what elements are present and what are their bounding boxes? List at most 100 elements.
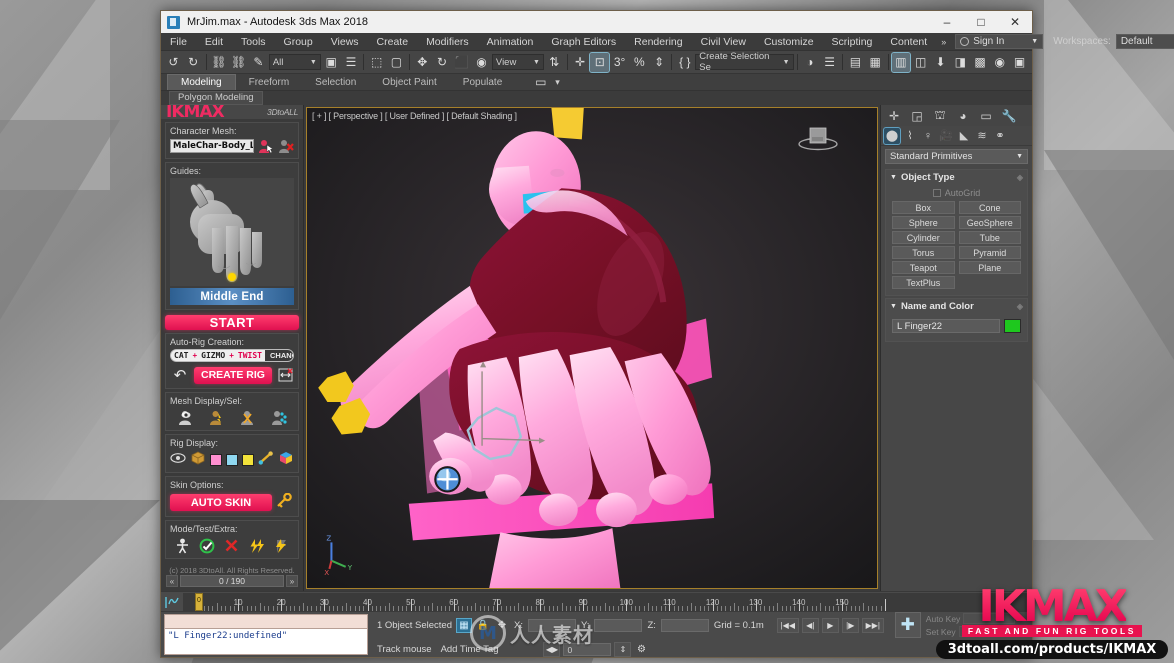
primitive-button-plane[interactable]: Plane xyxy=(958,261,1021,274)
schematic-view-icon[interactable]: ▥ xyxy=(890,51,912,73)
scene-explorer-icon[interactable]: ▦ xyxy=(866,53,885,72)
primitive-button-textplus[interactable]: TextPlus xyxy=(892,276,955,289)
key-mode-toggle-button[interactable]: ◀▶ xyxy=(543,642,561,657)
ribbon-tab-modeling[interactable]: Modeling xyxy=(167,74,236,90)
start-button[interactable]: START xyxy=(165,315,299,330)
key-filters-icon[interactable]: ⚙ xyxy=(634,643,648,656)
menu-item-tools[interactable]: Tools xyxy=(232,33,275,51)
select-by-name-icon[interactable]: ☰ xyxy=(342,53,361,72)
viewcube-icon[interactable] xyxy=(795,120,841,160)
y-coordinate-field[interactable] xyxy=(594,618,643,632)
x-icon[interactable] xyxy=(223,537,241,554)
key-filters-field[interactable] xyxy=(958,626,1011,637)
rig-clear-icon[interactable] xyxy=(276,367,294,383)
ribbon-tab-selection[interactable]: Selection xyxy=(302,75,369,90)
use-center-icon[interactable]: ⇅ xyxy=(545,53,564,72)
primitive-category-dropdown[interactable]: Standard Primitives ▼ xyxy=(885,149,1028,164)
menu-item-content[interactable]: Content xyxy=(881,33,936,51)
spinner-snap-icon[interactable]: ⇕ xyxy=(650,53,669,72)
create-selection-set-dropdown[interactable]: Create Selection Se ▼ xyxy=(695,51,794,73)
menu-item-views[interactable]: Views xyxy=(322,33,368,51)
select-and-scale-icon[interactable]: ⬛ xyxy=(452,53,471,72)
primitive-button-pyramid[interactable]: Pyramid xyxy=(958,246,1021,259)
key-filter-icon[interactable] xyxy=(161,593,183,611)
close-button[interactable]: ✕ xyxy=(998,11,1032,33)
window-crossing-icon[interactable]: ▢ xyxy=(387,53,406,72)
minimize-button[interactable]: – xyxy=(930,11,964,33)
primitive-button-tube[interactable]: Tube xyxy=(958,231,1021,244)
ribbon-chevron-icon[interactable]: ▾ xyxy=(550,77,565,88)
wrench-icon[interactable] xyxy=(276,492,294,512)
mirror-icon[interactable]: ◑ xyxy=(801,53,820,72)
select-and-rotate-icon[interactable]: ↻ xyxy=(433,53,452,72)
menu-item-file[interactable]: File xyxy=(161,33,196,51)
create-rig-button[interactable]: CREATE RIG xyxy=(194,366,272,384)
pin-icon[interactable]: ◈ xyxy=(1017,173,1023,182)
ribbon-tab-freeform[interactable]: Freeform xyxy=(236,75,303,90)
create-tab[interactable]: ✛ xyxy=(883,107,905,125)
object-type-header[interactable]: ▼ Object Type ◈ xyxy=(886,170,1027,185)
viewport-label[interactable]: [ + ] [ Perspective ] [ User Defined ] [… xyxy=(312,111,517,121)
menu-item-rendering[interactable]: Rendering xyxy=(625,33,691,51)
angle-snap-icon[interactable]: 3° xyxy=(610,53,629,72)
transform-type-in-icon[interactable]: ✥ xyxy=(495,619,509,632)
align-icon[interactable]: ☰ xyxy=(820,53,839,72)
frame-prev-button[interactable]: « xyxy=(166,575,178,587)
hierarchy-tab[interactable]: ⛫ xyxy=(929,107,951,125)
primitive-button-cone[interactable]: Cone xyxy=(958,201,1021,214)
auto-key-field[interactable] xyxy=(963,613,1016,624)
timeline-ruler[interactable]: 10 20 30 40 50 60 70 80 90 100 110 120 130 140 150 0 xyxy=(161,591,1032,611)
rig-mode-bar[interactable]: CAT + GIZMO + TWIST CHANGE xyxy=(170,349,294,362)
undo-arrow-icon[interactable]: ↶ xyxy=(170,366,190,384)
ribbon-tab-populate[interactable]: Populate xyxy=(450,75,515,90)
menu-item-scripting[interactable]: Scripting xyxy=(823,33,882,51)
ribbon-tab-object-paint[interactable]: Object Paint xyxy=(369,75,449,90)
previous-frame-button[interactable]: ◀| xyxy=(801,617,819,633)
maxscript-listener-input[interactable] xyxy=(164,614,368,629)
mesh-freeze-icon[interactable] xyxy=(208,409,226,426)
bolt-flag-icon[interactable] xyxy=(273,537,291,554)
selection-lock-icon[interactable]: ▦ xyxy=(456,617,472,633)
frame-spinner[interactable]: ⇕ xyxy=(614,642,632,657)
ribbon-minimize-icon[interactable]: ▭ xyxy=(531,73,550,92)
mesh-see-through-icon[interactable] xyxy=(177,409,195,426)
mesh-unfreeze-icon[interactable] xyxy=(239,409,257,426)
object-color-swatch[interactable] xyxy=(1004,319,1021,333)
clear-mesh-icon[interactable] xyxy=(278,138,294,154)
auto-key-row[interactable]: Auto Key xyxy=(926,613,1016,624)
figure-mode-icon[interactable] xyxy=(173,537,191,554)
lights-subtab[interactable]: ♀ xyxy=(920,128,936,144)
bolt-icon[interactable] xyxy=(248,537,266,554)
box-icon[interactable] xyxy=(190,451,206,468)
menu-item-modifiers[interactable]: Modifiers xyxy=(417,33,478,51)
cameras-subtab[interactable]: 🎥 xyxy=(938,128,954,144)
color-cube-icon[interactable] xyxy=(278,451,294,468)
perspective-viewport[interactable]: [ + ] [ Perspective ] [ User Defined ] [… xyxy=(306,107,878,589)
motion-tab[interactable]: ◕ xyxy=(952,107,974,125)
eye-icon[interactable] xyxy=(170,451,186,468)
geometry-subtab[interactable]: ⬤ xyxy=(883,126,901,145)
redo-icon[interactable]: ↻ xyxy=(184,53,203,72)
add-time-tag-label[interactable]: Add Time Tag xyxy=(441,644,499,655)
lock-icon[interactable]: 🔒 xyxy=(476,619,490,632)
auto-skin-button[interactable]: AUTO SKIN xyxy=(170,494,272,511)
ribbon-subtab-polygon-modeling[interactable]: Polygon Modeling xyxy=(169,91,263,105)
selection-filter-dropdown[interactable]: All ▼ xyxy=(268,54,321,70)
autogrid-checkbox-row[interactable]: AutoGrid xyxy=(892,188,1021,198)
mesh-select-icon[interactable] xyxy=(270,409,288,426)
pin-icon[interactable]: ◈ xyxy=(1017,302,1023,311)
z-coordinate-field[interactable] xyxy=(660,618,709,632)
primitive-button-torus[interactable]: Torus xyxy=(892,246,955,259)
primitive-button-box[interactable]: Box xyxy=(892,201,955,214)
menu-item-animation[interactable]: Animation xyxy=(478,33,543,51)
maximize-button[interactable]: □ xyxy=(964,11,998,33)
primitive-button-geosphere[interactable]: GeoSphere xyxy=(958,216,1021,229)
primitive-button-sphere[interactable]: Sphere xyxy=(892,216,955,229)
name-and-color-header[interactable]: ▼ Name and Color ◈ xyxy=(886,299,1027,314)
rig-color-swatch-pink[interactable] xyxy=(210,453,222,466)
primitive-button-cylinder[interactable]: Cylinder xyxy=(892,231,955,244)
timeline-playhead[interactable]: 0 xyxy=(195,593,203,611)
reference-coordinate-icon[interactable]: ◉ xyxy=(472,53,491,72)
modify-tab[interactable]: ◲ xyxy=(906,107,928,125)
named-selection-sets-icon[interactable]: { } xyxy=(675,53,694,72)
